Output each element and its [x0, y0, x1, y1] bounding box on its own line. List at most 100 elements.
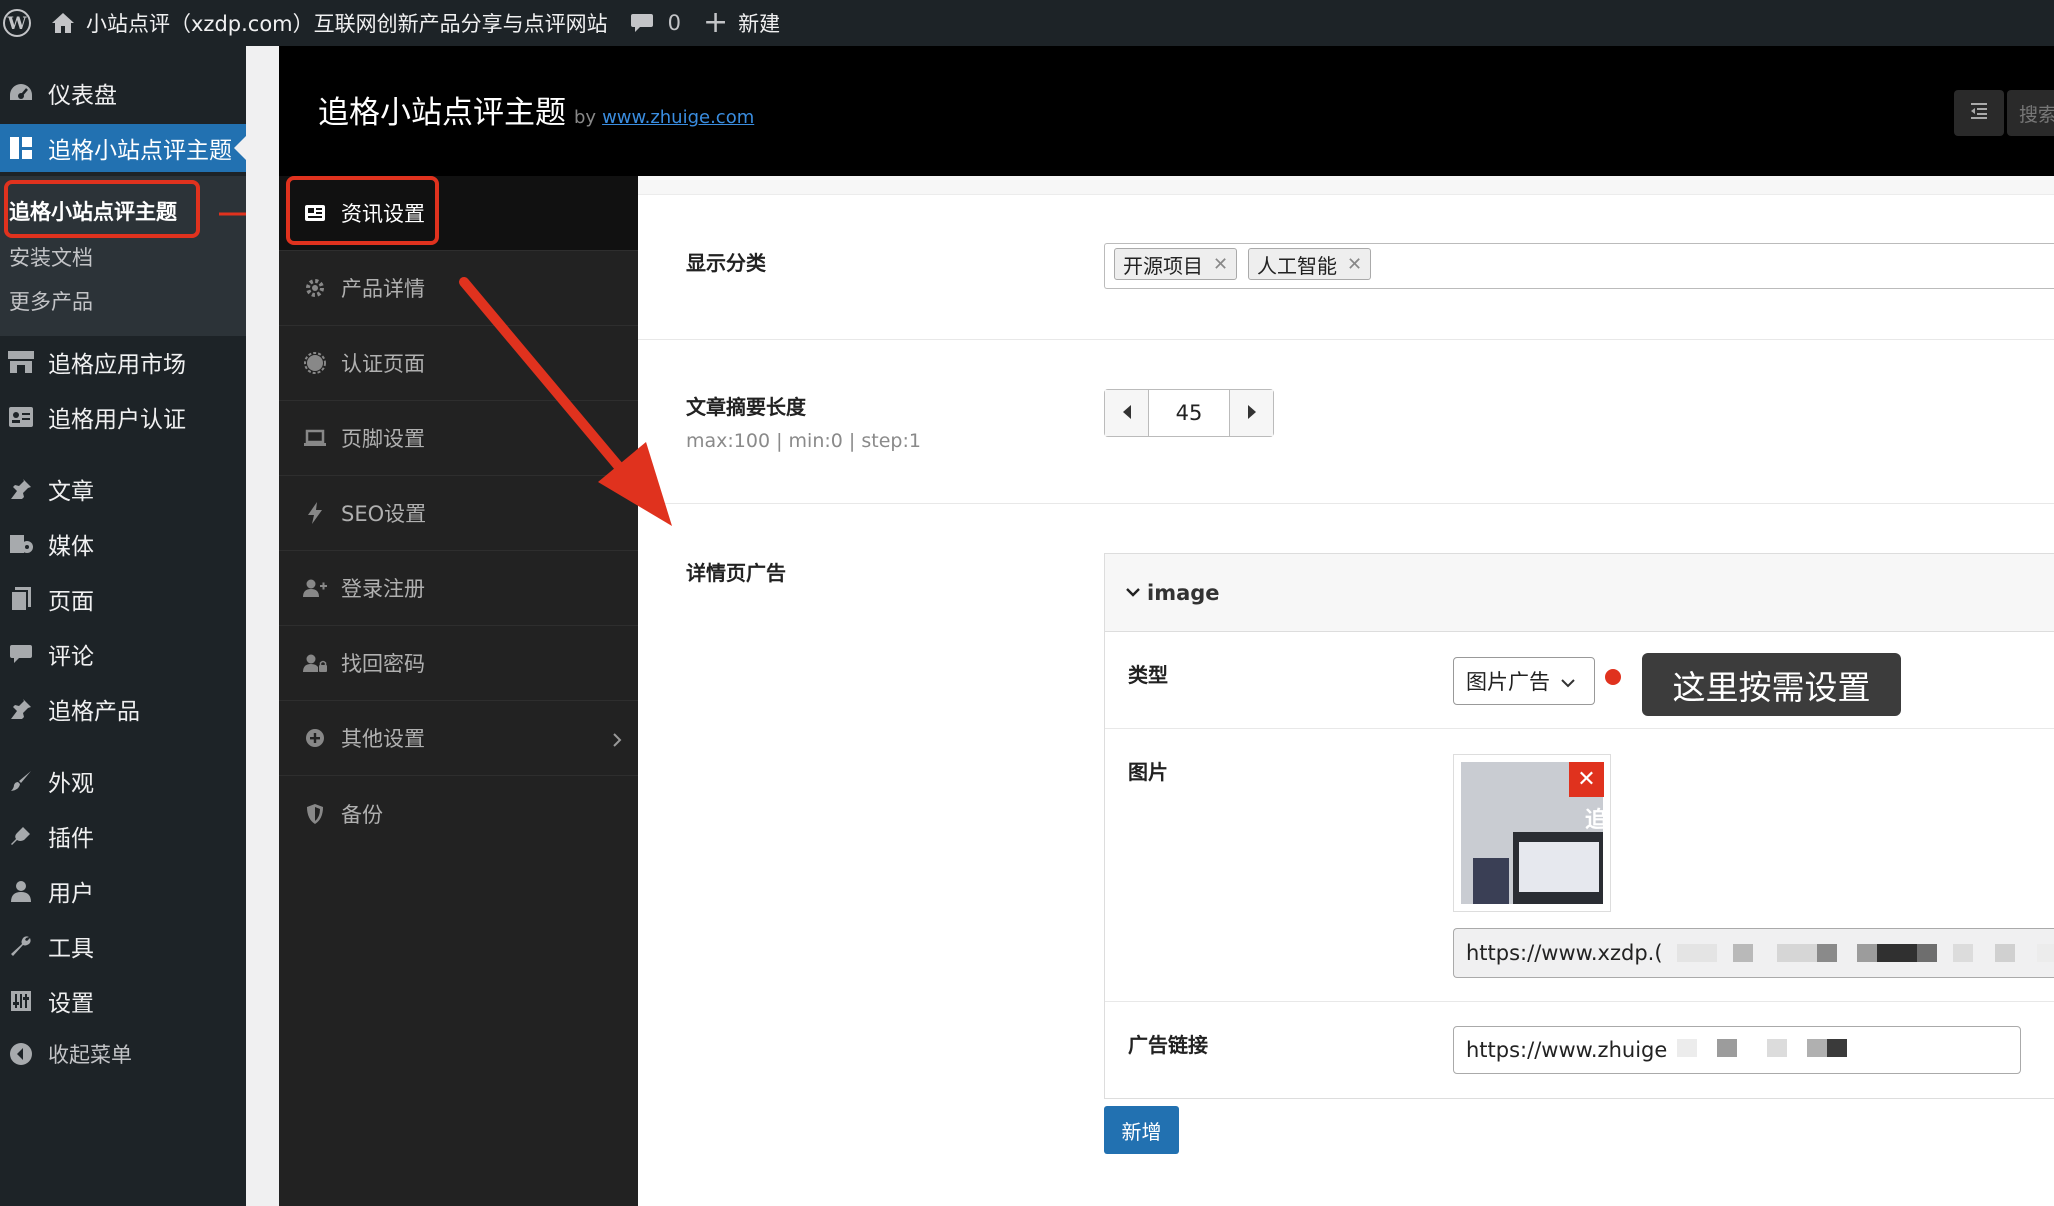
header-title-group: 追格小站点评主题 by www.zhuige.com [318, 87, 754, 132]
collapse-menu-button[interactable]: 收起菜单 [0, 1030, 246, 1078]
decrement-button[interactable] [1105, 390, 1149, 436]
comment-count: 0 [667, 11, 682, 35]
submenu-item-more-products[interactable]: 更多产品 [9, 286, 93, 316]
media-icon [6, 530, 36, 558]
wrench-icon [6, 932, 36, 960]
field-divider [638, 339, 2054, 340]
plug-icon [6, 822, 36, 850]
menu-item-comments[interactable]: 评论 [0, 630, 246, 678]
outdent-icon [1969, 102, 1989, 124]
menu-label: 追格应用市场 [48, 352, 186, 378]
menu-label: 页面 [48, 589, 94, 615]
chevron-down-icon [1560, 669, 1576, 693]
sliders-icon [6, 987, 36, 1015]
input-value: https://www.xzdp.( [1466, 941, 1663, 965]
close-icon: ✕ [1577, 767, 1596, 792]
annotation-arrow-icon [459, 277, 672, 526]
submenu-item-docs[interactable]: 安装文档 [9, 242, 93, 272]
category-tag[interactable]: 人工智能 ✕ [1248, 248, 1372, 280]
menu-item-user-auth[interactable]: 追格用户认证 [0, 393, 246, 441]
pages-icon [6, 585, 36, 613]
menu-item-users[interactable]: 用户 [0, 867, 246, 915]
nav-label: 登录注册 [341, 577, 425, 601]
redacted-blur-icon [1677, 1037, 1877, 1063]
chevron-right-icon [612, 729, 622, 753]
search-input[interactable]: 搜索 [2007, 90, 2054, 136]
menu-item-theme[interactable]: 追格小站点评主题 [0, 124, 246, 172]
svg-text:W: W [6, 14, 27, 34]
plus-icon: + [703, 5, 729, 40]
tag-label: 人工智能 [1257, 253, 1337, 278]
author-link[interactable]: www.zhuige.com [602, 107, 754, 128]
thumbnail-phone [1473, 858, 1509, 904]
plus-circle-icon [303, 726, 327, 750]
collapse-arrow-icon [6, 1040, 36, 1068]
id-card-icon [6, 403, 36, 431]
menu-label: 追格用户认证 [48, 407, 186, 433]
nav-label: 认证页面 [341, 352, 425, 376]
category-tag[interactable]: 开源项目 ✕ [1114, 248, 1238, 280]
new-content-button[interactable]: + 新建 [703, 0, 780, 46]
menu-item-plugins[interactable]: 插件 [0, 812, 246, 860]
menu-label: 文章 [48, 479, 94, 505]
tab-backup[interactable]: 备份 [279, 776, 638, 851]
menu-item-pages[interactable]: 页面 [0, 575, 246, 623]
annotation-tooltip: 这里按需设置 [1642, 653, 1901, 716]
ad-link-input[interactable]: https://www.zhuige [1453, 1026, 2021, 1074]
paintbrush-icon [6, 767, 36, 795]
menu-item-settings[interactable]: 设置 [0, 977, 246, 1025]
gear-icon [303, 276, 327, 300]
menu-label: 追格产品 [48, 699, 140, 725]
subfield-label: 广告链接 [1128, 1033, 1208, 1057]
thumbnail-screen [1519, 842, 1599, 892]
comment-icon [6, 640, 36, 668]
expand-all-button[interactable] [1954, 90, 2004, 136]
pin-icon [6, 475, 36, 503]
admin-bar: W 小站点评（xzdp.com）互联网创新产品分享与点评网站 0 + 新建 [0, 0, 2054, 46]
tab-reset-password[interactable]: 找回密码 [279, 626, 638, 701]
image-preview: 追 ✕ [1453, 754, 1611, 912]
user-icon [6, 877, 36, 905]
ad-type-select[interactable]: 图片广告 [1453, 657, 1595, 705]
tab-login-register[interactable]: 登录注册 [279, 551, 638, 626]
menu-item-appearance[interactable]: 外观 [0, 757, 246, 805]
excerpt-length-value[interactable]: 45 [1149, 390, 1229, 436]
nav-label: 找回密码 [341, 652, 425, 676]
menu-item-products[interactable]: 追格产品 [0, 685, 246, 733]
menu-item-dashboard[interactable]: 仪表盘 [0, 69, 246, 117]
tab-other-settings[interactable]: 其他设置 [279, 701, 638, 776]
search-placeholder: 搜索 [2019, 103, 2054, 126]
remove-tag-icon[interactable]: ✕ [1347, 254, 1362, 275]
wordpress-logo-icon[interactable]: W [2, 0, 32, 46]
comments-link[interactable]: 0 [630, 0, 681, 46]
category-select[interactable] [1104, 243, 2054, 289]
page-title: 追格小站点评主题 [318, 95, 566, 131]
user-lock-icon [303, 651, 327, 675]
remove-image-button[interactable]: ✕ [1569, 762, 1604, 797]
store-icon [6, 348, 36, 376]
field-divider [638, 503, 2054, 504]
menu-item-media[interactable]: 媒体 [0, 520, 246, 568]
menu-label: 评论 [48, 644, 94, 670]
caret-left-icon [1122, 404, 1132, 423]
dashboard-icon [6, 79, 36, 107]
increment-button[interactable] [1229, 390, 1273, 436]
nav-label: 其他设置 [341, 727, 425, 751]
menu-item-posts[interactable]: 文章 [0, 465, 246, 513]
menu-item-tools[interactable]: 工具 [0, 922, 246, 970]
annotation-highlight-box [286, 176, 439, 245]
remove-tag-icon[interactable]: ✕ [1213, 254, 1228, 275]
excerpt-length-stepper: 45 [1104, 389, 1274, 437]
image-url-input[interactable]: https://www.xzdp.( [1453, 928, 2054, 978]
annotation-highlight-box [4, 180, 200, 238]
chevron-down-icon [1125, 583, 1141, 602]
nav-label: 产品详情 [341, 277, 425, 301]
site-home-link[interactable]: 小站点评（xzdp.com）互联网创新产品分享与点评网站 [50, 0, 608, 46]
menu-item-app-market[interactable]: 追格应用市场 [0, 338, 246, 386]
menu-label: 追格小站点评主题 [48, 138, 232, 164]
laptop-icon [303, 426, 327, 450]
add-ad-button[interactable]: 新增 [1104, 1106, 1179, 1154]
section-top-strip [638, 176, 2054, 195]
ad-group-header[interactable]: image [1105, 554, 2054, 632]
comment-bubble-icon [630, 12, 654, 34]
